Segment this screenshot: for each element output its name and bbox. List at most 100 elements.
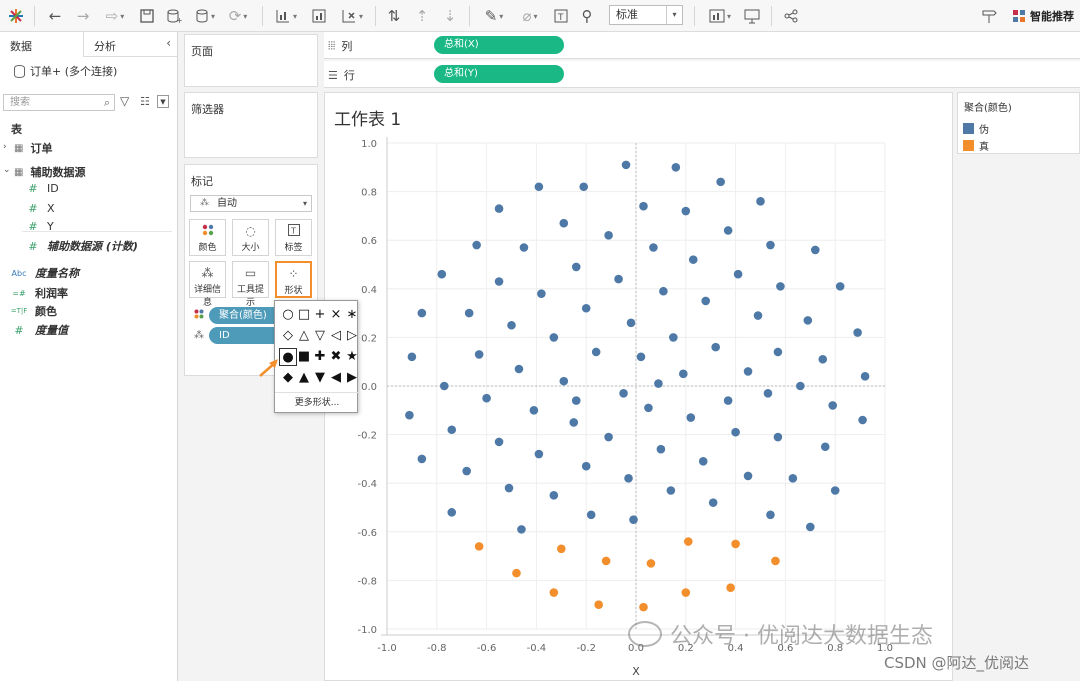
- scatter-point: [494, 437, 504, 447]
- field-label: 颜色: [35, 305, 57, 318]
- show-cards-icon[interactable]: ▾: [704, 5, 736, 27]
- scatter-point: [534, 449, 544, 459]
- fix-axes-icon[interactable]: ⚲: [576, 5, 598, 27]
- shape-option[interactable]: ★: [343, 348, 361, 366]
- database-icon: [14, 64, 25, 78]
- expand-arrow-icon[interactable]: ›: [3, 142, 7, 152]
- rows-shelf[interactable]: ☰ 行 总和(Y): [324, 61, 1080, 88]
- shape-option[interactable]: ∗: [343, 306, 361, 324]
- scatter-point: [669, 333, 678, 342]
- pause-updates-icon[interactable]: ▾: [190, 5, 220, 27]
- columns-shelf[interactable]: ⦙⦙⦙ 列 总和(X): [324, 32, 1080, 59]
- color-palette-icon: [193, 309, 205, 322]
- collapse-arrow-icon[interactable]: ⌄: [3, 165, 11, 175]
- scatter-point: [708, 498, 718, 507]
- scatter-point: [614, 274, 623, 284]
- automatic-mark-icon: ⁂: [200, 198, 209, 208]
- list-view-icon[interactable]: ☷: [140, 95, 150, 108]
- sort-ascending-icon[interactable]: ⇡: [411, 5, 433, 27]
- scatter-point: [679, 369, 688, 379]
- refresh-icon[interactable]: ⟳ ▾: [226, 5, 250, 27]
- field-measure-values[interactable]: # 度量值: [10, 322, 68, 338]
- scatter-point: [776, 282, 785, 291]
- scatter-point: [604, 231, 613, 240]
- field-profit-rate[interactable]: =# 利润率: [10, 285, 68, 301]
- legend-item-false[interactable]: 伪: [963, 121, 989, 136]
- field-id[interactable]: # ID: [26, 182, 58, 195]
- scatter-point: [860, 371, 870, 381]
- shape-option[interactable]: ▶: [343, 369, 361, 387]
- label-button[interactable]: T 标签: [275, 219, 312, 256]
- share-icon[interactable]: [780, 5, 802, 27]
- shape-button[interactable]: ⁘ 形状: [275, 261, 312, 298]
- scatter-point: [581, 461, 591, 471]
- shape-option[interactable]: ▷: [343, 327, 361, 345]
- highlight-icon[interactable]: ✎ ▾: [478, 5, 510, 27]
- detail-label: 详细信息: [193, 285, 221, 308]
- scatter-point: [683, 537, 693, 546]
- save-icon[interactable]: [137, 5, 157, 27]
- scatter-point: [701, 296, 711, 306]
- undo-icon[interactable]: ←: [44, 5, 66, 27]
- chevron-down-icon[interactable]: ▼: [157, 95, 169, 108]
- size-button[interactable]: ◌ 大小: [232, 219, 269, 256]
- sort-descending-icon[interactable]: ⇣: [439, 5, 461, 27]
- swap-rows-columns-icon[interactable]: ⇅: [383, 5, 405, 27]
- scatter-point: [474, 350, 484, 359]
- field-y[interactable]: # Y: [26, 220, 53, 233]
- svg-text:+: +: [176, 16, 182, 24]
- tab-analysis[interactable]: 分析: [94, 38, 116, 54]
- detail-icon: ⁂: [201, 266, 214, 280]
- presentation-mode-icon[interactable]: [741, 5, 763, 27]
- datasource-item[interactable]: 订单+ (多个连接): [14, 63, 117, 79]
- clear-sheet-icon[interactable]: ▾: [336, 5, 368, 27]
- show-mark-labels-icon[interactable]: T: [550, 5, 572, 27]
- filters-card[interactable]: 筛选器: [184, 92, 318, 158]
- rows-pill[interactable]: 总和(Y): [434, 65, 564, 83]
- redo-icon[interactable]: →: [72, 5, 94, 27]
- field-x[interactable]: # X: [26, 202, 54, 215]
- fit-select[interactable]: 标准 ▾: [609, 5, 683, 25]
- legend-item-true[interactable]: 真: [963, 138, 989, 153]
- new-worksheet-icon[interactable]: ▾: [270, 5, 302, 27]
- scatter-point: [686, 413, 696, 422]
- pages-card[interactable]: 页面: [184, 34, 318, 87]
- tooltip-button[interactable]: ▭ 工具提示: [232, 261, 269, 308]
- detail-button[interactable]: ⁂ 详细信息: [189, 261, 226, 308]
- measure-icon: #: [28, 182, 38, 195]
- mark-type-select[interactable]: ⁂ 自动 ▾: [190, 195, 312, 212]
- duplicate-sheet-icon[interactable]: [308, 5, 330, 27]
- scatter-point: [581, 303, 591, 313]
- scatter-point: [756, 197, 765, 206]
- scatter-point: [517, 525, 526, 534]
- new-datasource-icon[interactable]: +: [163, 5, 185, 27]
- worksheet[interactable]: 工作表 1 -1.0 -0.8 -0.6 -0.4 -0.2 0.0 0.2 0.4 0.6 0.…: [324, 92, 953, 681]
- color-button[interactable]: 颜色: [189, 219, 226, 256]
- group-members-icon[interactable]: ⌀ ▾: [514, 5, 546, 27]
- search-icon: ⌕: [103, 96, 110, 109]
- smart-recommend-button[interactable]: 智能推荐: [1012, 8, 1074, 24]
- field-color[interactable]: =T|F 颜色: [10, 303, 57, 319]
- scatter-point: [474, 542, 484, 551]
- tab-data[interactable]: 数据: [0, 32, 84, 57]
- y-tick-label: -0.4: [357, 479, 377, 490]
- table-orders[interactable]: ▦ 订单: [14, 140, 52, 156]
- signpost-icon[interactable]: [978, 5, 1000, 27]
- scatter-point: [654, 379, 663, 388]
- columns-pill[interactable]: 总和(X): [434, 36, 564, 54]
- more-shapes-link[interactable]: 更多形状...: [275, 392, 359, 413]
- scatter-plot[interactable]: -1.0 -0.8 -0.6 -0.4 -0.2 0.0 0.2 0.4 0.6 0.8 1.01.…: [325, 93, 954, 681]
- tableau-logo-icon[interactable]: [6, 5, 26, 27]
- search-input[interactable]: 搜索 ⌕: [3, 94, 115, 111]
- filter-icon[interactable]: ▽: [120, 94, 129, 108]
- replay-icon[interactable]: ⇨ ▾: [100, 5, 130, 27]
- collapse-pane-icon[interactable]: ‹: [166, 36, 171, 50]
- field-aux-count[interactable]: # 辅助数据源 (计数): [26, 238, 138, 254]
- legend-swatch: [963, 140, 974, 151]
- table-aux[interactable]: ▦ 辅助数据源: [14, 164, 85, 180]
- field-measure-names[interactable]: Abc 度量名称: [10, 265, 79, 281]
- color-legend[interactable]: 聚合(颜色) 伪 真: [957, 92, 1080, 154]
- svg-text:T: T: [290, 227, 296, 236]
- scatter-point: [619, 388, 628, 398]
- wechat-logo-icon: [628, 621, 662, 647]
